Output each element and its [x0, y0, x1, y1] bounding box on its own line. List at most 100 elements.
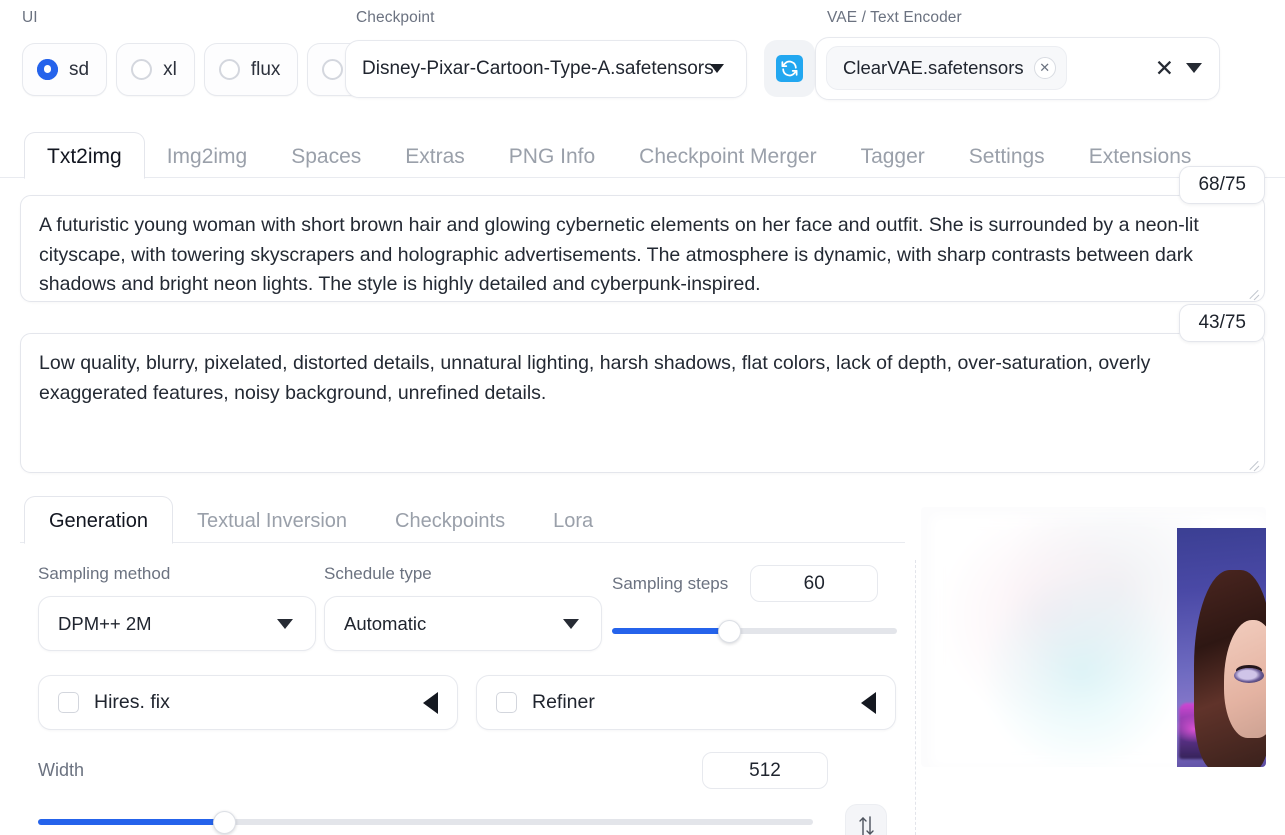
checkpoint-select[interactable]: Disney-Pixar-Cartoon-Type-A.safetensors: [345, 40, 747, 98]
swap-dimensions-button[interactable]: [845, 804, 887, 835]
chip-close-icon[interactable]: ✕: [1034, 57, 1056, 79]
positive-prompt-text: A futuristic young woman with short brow…: [39, 211, 1242, 300]
swap-dimensions-icon: [857, 815, 875, 835]
tab-img2img[interactable]: Img2img: [145, 146, 270, 178]
tab-settings[interactable]: Settings: [947, 146, 1067, 178]
chevron-down-icon[interactable]: [1186, 63, 1202, 73]
vae-select[interactable]: ClearVAE.safetensors ✕ ✕: [815, 37, 1220, 100]
tab-tagger[interactable]: Tagger: [839, 146, 947, 178]
schedule-type-select[interactable]: Automatic: [324, 596, 602, 651]
sampling-method-select[interactable]: DPM++ 2M: [38, 596, 316, 651]
resize-handle-icon[interactable]: [1248, 457, 1260, 469]
checkpoint-value: Disney-Pixar-Cartoon-Type-A.safetensors: [362, 58, 714, 80]
slider-fill: [612, 628, 729, 634]
generated-image-gallery[interactable]: [921, 507, 1266, 767]
schedule-type-field: Schedule type Automatic: [324, 565, 602, 651]
hires-fix-label: Hires. fix: [94, 691, 423, 714]
sampling-method-label: Sampling method: [38, 565, 316, 582]
vae-chip[interactable]: ClearVAE.safetensors ✕: [826, 46, 1067, 90]
refresh-icon: [776, 55, 803, 82]
chevron-down-icon: [710, 64, 724, 73]
radio-label-flux: flux: [251, 60, 281, 79]
main-tab-bar: Txt2img Img2img Spaces Extras PNG Info C…: [0, 130, 1285, 178]
width-slider[interactable]: [38, 811, 813, 833]
refresh-checkpoints-button[interactable]: [764, 40, 815, 97]
radio-dot-icon: [37, 59, 58, 80]
sampling-steps-slider[interactable]: [612, 620, 897, 642]
refiner-label: Refiner: [532, 691, 861, 714]
negative-prompt-input[interactable]: Low quality, blurry, pixelated, distorte…: [20, 333, 1265, 473]
resize-handle-icon[interactable]: [1248, 286, 1260, 298]
width-head: Width 512: [38, 752, 828, 789]
hires-fix-toggle[interactable]: Hires. fix: [38, 675, 458, 730]
slider-knob[interactable]: [213, 811, 236, 834]
negative-prompt-text: Low quality, blurry, pixelated, distorte…: [39, 349, 1242, 408]
sampling-steps-head: Sampling steps 60: [612, 565, 897, 602]
checkpoint-row: Disney-Pixar-Cartoon-Type-A.safetensors: [345, 40, 815, 98]
app-root: UI sd xl flux all: [0, 0, 1285, 835]
radio-option-xl[interactable]: xl: [116, 43, 195, 96]
ui-radio-row: sd xl flux all: [22, 43, 345, 96]
triangle-left-icon[interactable]: [423, 692, 438, 714]
width-field: Width 512: [38, 752, 905, 833]
vae-actions: ✕: [1155, 57, 1208, 80]
portrait-eye-shape: [1234, 668, 1264, 683]
vae-text-encoder-group: VAE / Text Encoder ClearVAE.safetensors …: [815, 10, 1285, 100]
subtab-checkpoints[interactable]: Checkpoints: [371, 511, 529, 543]
positive-token-counter: 68/75: [1179, 166, 1265, 204]
chevron-down-icon: [277, 619, 293, 629]
schedule-type-label: Schedule type: [324, 565, 602, 582]
refiner-toggle[interactable]: Refiner: [476, 675, 896, 730]
tab-png-info[interactable]: PNG Info: [487, 146, 617, 178]
refiner-checkbox[interactable]: [496, 692, 517, 713]
vae-label: VAE / Text Encoder: [827, 10, 1285, 26]
radio-dot-icon: [322, 59, 343, 80]
triangle-left-icon[interactable]: [861, 692, 876, 714]
radio-option-flux[interactable]: flux: [204, 43, 299, 96]
sampling-steps-input[interactable]: 60: [750, 565, 878, 602]
generation-controls: Sampling method DPM++ 2M Schedule type A…: [0, 543, 905, 833]
top-bar: UI sd xl flux all: [0, 0, 1285, 122]
ui-group-label: UI: [22, 10, 345, 26]
tab-txt2img[interactable]: Txt2img: [24, 132, 145, 179]
toggles-row: Hires. fix Refiner: [38, 675, 905, 730]
sampling-steps-label: Sampling steps: [612, 575, 728, 592]
preview-panel: [905, 493, 1285, 833]
subtab-lora[interactable]: Lora: [529, 511, 617, 543]
radio-dot-icon: [131, 59, 152, 80]
radio-label-sd: sd: [69, 60, 89, 79]
generation-area: Generation Textual Inversion Checkpoints…: [0, 493, 1285, 833]
panel-divider: [915, 560, 916, 835]
subtab-generation[interactable]: Generation: [24, 496, 173, 544]
checkpoint-label: Checkpoint: [356, 10, 815, 26]
sampling-steps-field: Sampling steps 60: [612, 565, 897, 642]
radio-label-xl: xl: [163, 60, 177, 79]
generated-image-thumbnail[interactable]: [1177, 528, 1266, 767]
clear-vae-close-icon[interactable]: ✕: [1155, 57, 1174, 80]
tab-checkpoint-merger[interactable]: Checkpoint Merger: [617, 146, 838, 178]
sampler-row: Sampling method DPM++ 2M Schedule type A…: [38, 565, 905, 651]
radio-option-sd[interactable]: sd: [22, 43, 107, 96]
slider-fill: [38, 819, 224, 825]
sampling-method-value: DPM++ 2M: [58, 613, 152, 635]
subtab-textual-inversion[interactable]: Textual Inversion: [173, 511, 371, 543]
tab-spaces[interactable]: Spaces: [269, 146, 383, 178]
slider-knob[interactable]: [718, 620, 741, 643]
width-label: Width: [38, 760, 84, 781]
tab-extras[interactable]: Extras: [383, 146, 487, 178]
negative-prompt-wrap: 43/75 Low quality, blurry, pixelated, di…: [20, 333, 1265, 473]
schedule-type-value: Automatic: [344, 613, 426, 635]
positive-prompt-input[interactable]: A futuristic young woman with short brow…: [20, 195, 1265, 302]
chevron-down-icon: [563, 619, 579, 629]
width-input[interactable]: 512: [702, 752, 828, 789]
generation-subtab-bar: Generation Textual Inversion Checkpoints…: [0, 493, 905, 543]
negative-token-counter: 43/75: [1179, 304, 1265, 342]
sampling-method-field: Sampling method DPM++ 2M: [38, 565, 316, 651]
hires-fix-checkbox[interactable]: [58, 692, 79, 713]
checkpoint-group: Checkpoint Disney-Pixar-Cartoon-Type-A.s…: [345, 10, 815, 98]
positive-prompt-wrap: 68/75 A futuristic young woman with shor…: [20, 195, 1265, 302]
radio-dot-icon: [219, 59, 240, 80]
generation-left-panel: Generation Textual Inversion Checkpoints…: [0, 493, 905, 833]
ui-model-type-group: UI sd xl flux all: [0, 10, 345, 96]
vae-chip-label: ClearVAE.safetensors: [843, 57, 1024, 79]
